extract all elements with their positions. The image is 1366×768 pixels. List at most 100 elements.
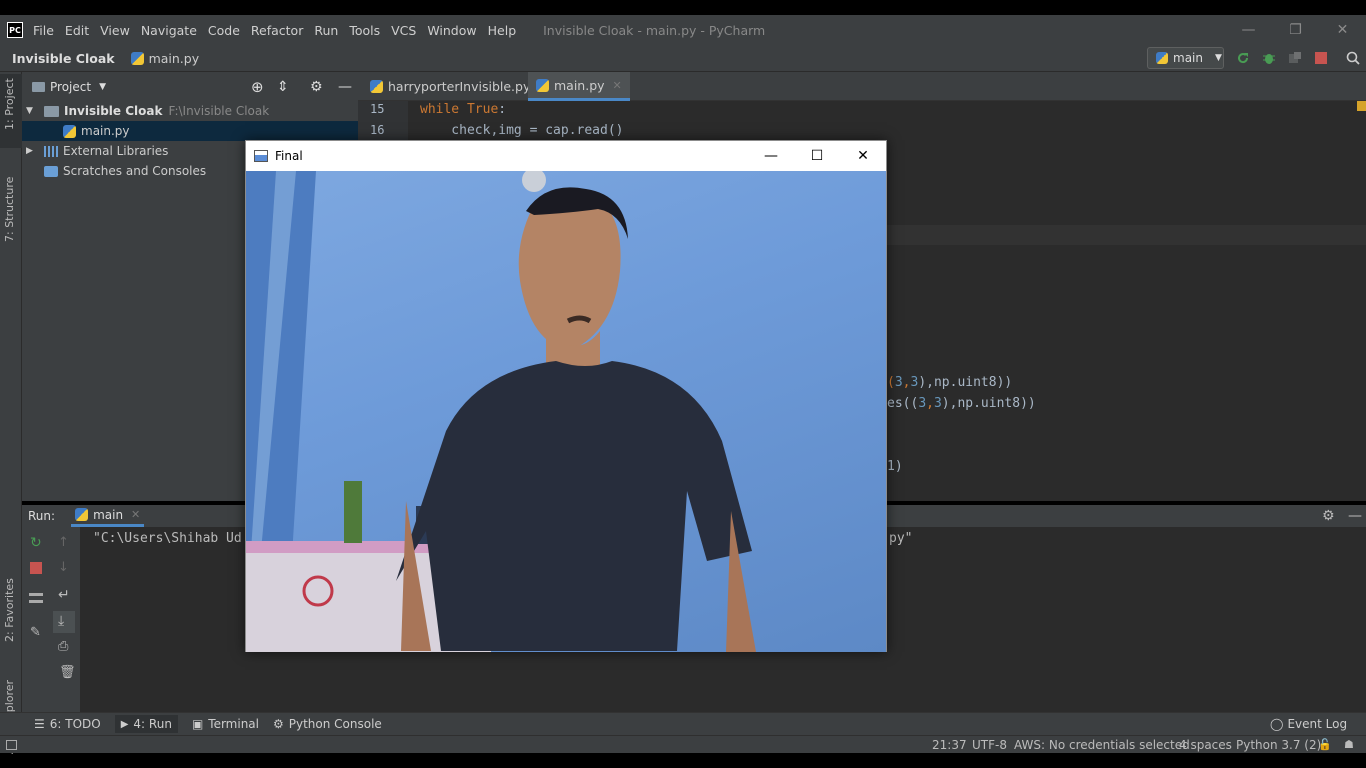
scroll-to-end-icon[interactable]: ⤓	[58, 613, 64, 629]
menu-window[interactable]: Window	[427, 23, 476, 38]
rerun-icon[interactable]	[1236, 51, 1250, 65]
code-text: (	[887, 375, 895, 390]
tab-label: main.py	[554, 77, 605, 93]
maximize-button[interactable]: ☐	[794, 141, 840, 171]
tab-harryporterinvisible[interactable]: harryporterInvisible.py ✕	[362, 72, 556, 101]
debug-icon[interactable]	[1262, 51, 1276, 65]
cursor-position[interactable]: 21:37	[932, 738, 967, 752]
terminal-icon: ▣	[191, 717, 204, 731]
file-encoding[interactable]: UTF-8	[972, 738, 1007, 752]
breadcrumb-file-label: main.py	[148, 50, 200, 66]
menu-help[interactable]: Help	[488, 23, 517, 38]
menu-bar: File Edit View Navigate Code Refactor Run Tools…	[33, 23, 527, 38]
menu-edit[interactable]: Edit	[65, 23, 89, 38]
tree-item-main-py[interactable]: main.py	[22, 121, 358, 141]
arrow-down-icon[interactable]: ↓	[58, 560, 69, 575]
tool-tab-run[interactable]: ▶ 4: Run	[114, 715, 178, 733]
close-tab-icon[interactable]: ✕	[613, 79, 622, 92]
final-window-controls: — ☐ ✕	[748, 141, 886, 171]
tree-item-label: External Libraries	[63, 144, 169, 158]
search-icon[interactable]	[1346, 51, 1360, 65]
pin-icon[interactable]: ✎	[30, 625, 41, 640]
final-window-titlebar[interactable]: Final — ☐ ✕	[246, 141, 886, 171]
indent-setting[interactable]: 4 spaces	[1179, 738, 1232, 752]
menu-file[interactable]: File	[33, 23, 54, 38]
soft-wrap-icon[interactable]: ↵	[58, 587, 70, 603]
aws-credentials[interactable]: AWS: No credentials selected	[1014, 738, 1190, 752]
minimize-button[interactable]: —	[748, 141, 794, 171]
menu-navigate[interactable]: Navigate	[141, 23, 197, 38]
run-config-dropdown[interactable]: main ▼	[1147, 47, 1224, 69]
restore-button[interactable]: ❐	[1272, 15, 1319, 45]
hide-panel-icon[interactable]: —	[1348, 508, 1362, 524]
collapse-all-icon[interactable]: ⇕	[277, 79, 289, 95]
breadcrumb-project[interactable]: Invisible Cloak	[12, 51, 115, 66]
console-command-line: "C:\Users\Shihab Ud	[93, 531, 242, 546]
tab-main-py[interactable]: main.py ✕	[528, 72, 630, 101]
minimize-button[interactable]: —	[1225, 15, 1272, 45]
scratches-icon	[44, 165, 58, 177]
python-interpreter[interactable]: Python 3.7 (2)	[1236, 738, 1321, 752]
project-view-icon	[32, 81, 45, 92]
tool-tab-favorites[interactable]: 2: Favorites	[3, 578, 16, 642]
final-window-title: Final	[275, 149, 303, 163]
tool-tab-project[interactable]: 1: Project	[3, 78, 16, 130]
breadcrumb-file[interactable]: main.py	[130, 50, 200, 66]
webcam-frame-image	[246, 171, 886, 652]
webcam-person-picture	[246, 171, 756, 652]
lock-icon[interactable]: 🔓	[1318, 738, 1332, 751]
tool-tab-structure[interactable]: 7: Structure	[3, 177, 16, 242]
python-icon	[75, 508, 89, 521]
code-fragment: 1)	[887, 459, 903, 474]
layout-icon[interactable]	[29, 593, 43, 603]
number: 3	[918, 396, 927, 411]
event-log-button[interactable]: ◯ Event Log	[1270, 717, 1347, 731]
menu-vcs[interactable]: VCS	[391, 23, 416, 38]
code-text: ),np.uint8))	[918, 375, 1013, 390]
trash-icon[interactable]: 🗑	[59, 665, 76, 680]
window-title: Invisible Cloak - main.py - PyCharm	[543, 22, 766, 38]
tool-tab-python-console[interactable]: ⚙ Python Console	[273, 717, 382, 731]
tree-item-project-root[interactable]: ▼ Invisible Cloak F:\Invisible Cloak	[22, 101, 358, 121]
tool-tab-terminal[interactable]: ▣ Terminal	[192, 717, 259, 731]
gear-icon[interactable]: ⚙	[1322, 508, 1335, 524]
print-icon[interactable]: ⎙	[58, 639, 68, 654]
project-panel-header: Project ▼ ⊕ ⇕ ⚙ —	[22, 72, 358, 101]
pycharm-logo-icon: PC	[7, 22, 23, 38]
code-text: ,	[926, 396, 934, 411]
close-button[interactable]: ✕	[840, 141, 886, 171]
left-tool-strip: 1: Project 7: Structure 2: Favorites AWS…	[0, 72, 22, 754]
run-config-label: main	[1173, 51, 1203, 65]
close-tab-icon[interactable]: ✕	[131, 508, 140, 521]
inspection-warning-marker[interactable]	[1357, 101, 1366, 111]
tool-tab-label: Python Console	[288, 717, 382, 731]
menu-view[interactable]: View	[100, 23, 130, 38]
menu-refactor[interactable]: Refactor	[251, 23, 303, 38]
chevron-down-icon[interactable]: ▼	[99, 82, 106, 92]
coverage-icon[interactable]	[1288, 51, 1302, 65]
toggle-tool-windows-icon[interactable]	[6, 739, 17, 750]
run-tab-main[interactable]: main ✕	[71, 505, 145, 527]
stop-icon[interactable]	[1314, 51, 1328, 65]
keyword: while True	[420, 102, 499, 117]
line-number: 16	[370, 123, 385, 137]
hide-panel-icon[interactable]: —	[338, 79, 352, 95]
library-icon	[44, 145, 58, 157]
chevron-down-icon[interactable]: ▼	[26, 106, 38, 116]
app-window-icon	[254, 150, 268, 162]
arrow-up-icon[interactable]: ↑	[58, 535, 69, 550]
menu-tools[interactable]: Tools	[349, 23, 380, 38]
gear-icon[interactable]: ⚙	[310, 79, 323, 95]
close-button[interactable]: ✕	[1319, 15, 1366, 45]
python-file-icon	[370, 80, 383, 93]
inspector-icon[interactable]: ☗	[1344, 738, 1354, 751]
menu-run[interactable]: Run	[314, 23, 338, 38]
chevron-right-icon[interactable]: ▶	[26, 146, 38, 156]
menu-code[interactable]: Code	[208, 23, 240, 38]
console-command-tail: py"	[889, 531, 913, 546]
project-panel-title[interactable]: Project	[50, 80, 91, 94]
stop-icon[interactable]	[30, 562, 42, 574]
tool-tab-todo[interactable]: ☰ 6: TODO	[34, 717, 101, 731]
locate-icon[interactable]: ⊕	[251, 78, 264, 96]
rerun-icon[interactable]: ↻	[30, 535, 42, 551]
